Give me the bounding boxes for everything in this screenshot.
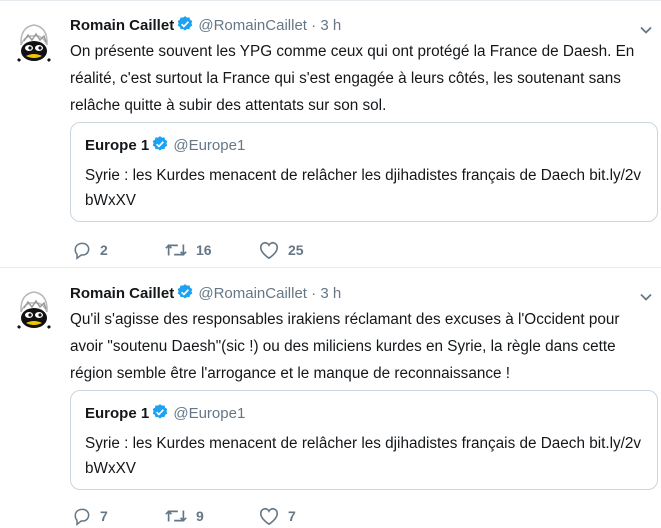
author-name[interactable]: Romain Caillet	[70, 17, 174, 34]
tweet[interactable]: Romain Caillet @RomainCaillet · 3 h On p…	[0, 0, 661, 268]
reply-count: 2	[100, 242, 108, 258]
quoted-tweet-text: Syrie : les Kurdes menacent de relâcher …	[85, 167, 642, 209]
author-handle[interactable]: @RomainCaillet	[198, 285, 307, 302]
quoted-tweet-text: Syrie : les Kurdes menacent de relâcher …	[85, 435, 642, 477]
tweet-header: Romain Caillet @RomainCaillet · 3 h	[70, 15, 341, 35]
retweet-button[interactable]: 9	[164, 504, 204, 528]
tweet-text: Qu'il s'agisse des responsables irakiens…	[70, 311, 620, 382]
retweet-count: 16	[196, 242, 212, 258]
quoted-tweet-header: Europe 1 @Europe1	[85, 135, 245, 157]
reply-icon	[74, 508, 90, 526]
quoted-author-name: Europe 1	[85, 405, 150, 422]
chevron-down-icon[interactable]	[639, 23, 653, 37]
like-button[interactable]: 7	[258, 504, 296, 528]
heart-icon	[259, 241, 279, 260]
chevron-down-icon[interactable]	[639, 290, 653, 304]
avatar[interactable]	[10, 286, 58, 334]
reply-icon	[74, 242, 90, 260]
heart-icon	[259, 507, 279, 526]
author-handle[interactable]: @RomainCaillet	[198, 17, 307, 34]
verified-badge-icon	[176, 283, 194, 307]
separator-dot: ·	[311, 17, 317, 34]
quoted-author-handle: @Europe1	[173, 405, 246, 422]
tweet-header: Romain Caillet @RomainCaillet · 3 h	[70, 283, 341, 303]
quoted-tweet-header: Europe 1 @Europe1	[85, 403, 245, 425]
tweet-text: On présente souvent les YPG comme ceux q…	[70, 43, 635, 114]
verified-badge-icon	[151, 135, 169, 157]
reply-button[interactable]: 2	[72, 238, 108, 262]
retweet-icon	[165, 244, 187, 256]
timestamp[interactable]: 3 h	[320, 285, 341, 302]
author-name[interactable]: Romain Caillet	[70, 285, 174, 302]
timestamp[interactable]: 3 h	[320, 17, 341, 34]
quoted-tweet[interactable]: Europe 1 @Europe1 Syrie : les Kurdes men…	[70, 122, 658, 222]
avatar[interactable]	[10, 19, 58, 67]
reply-button[interactable]: 7	[72, 504, 108, 528]
quoted-author-name: Europe 1	[85, 137, 150, 154]
retweet-icon	[165, 510, 187, 522]
verified-badge-icon	[176, 15, 194, 39]
reply-count: 7	[100, 508, 108, 524]
like-count: 25	[288, 242, 304, 258]
quoted-tweet[interactable]: Europe 1 @Europe1 Syrie : les Kurdes men…	[70, 390, 658, 490]
retweet-count: 9	[196, 508, 204, 524]
separator-dot: ·	[311, 285, 317, 302]
like-count: 7	[288, 508, 296, 524]
tweet[interactable]: Romain Caillet @RomainCaillet · 3 h Qu'i…	[0, 267, 661, 527]
like-button[interactable]: 25	[258, 238, 304, 262]
quoted-author-handle: @Europe1	[173, 137, 246, 154]
verified-badge-icon	[151, 403, 169, 425]
retweet-button[interactable]: 16	[164, 238, 212, 262]
